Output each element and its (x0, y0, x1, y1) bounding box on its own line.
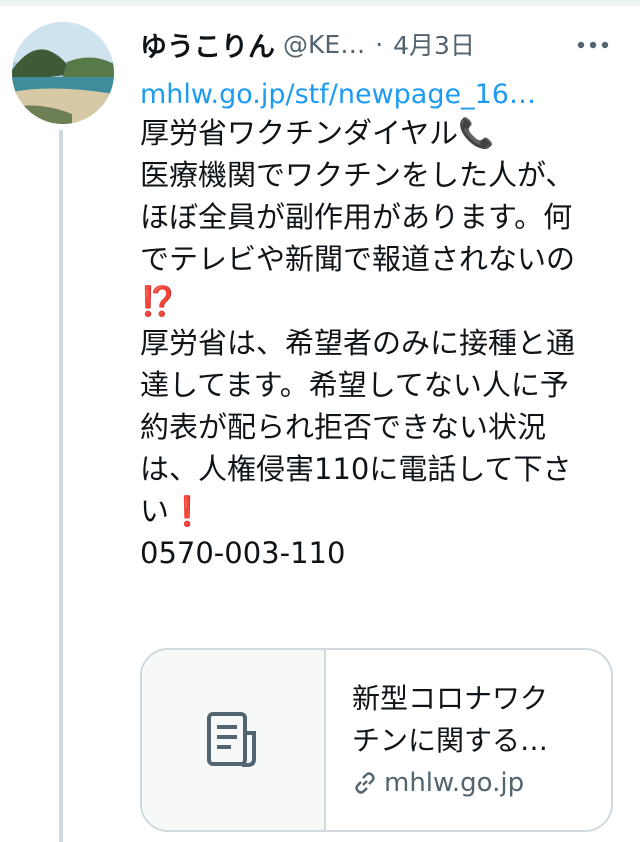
card-title-line: チンに関する… (352, 724, 549, 757)
tweet-line: ⁉️ (140, 284, 177, 318)
avatar-image (12, 22, 114, 124)
tweet-line: 厚労省は、希望者のみに接種と通 (140, 326, 576, 360)
tweet-line: 医療機関でワクチンをした人が、 (140, 158, 575, 192)
tweet-line: 達してます。希望してない人に予 (140, 368, 569, 402)
link-preview-card[interactable]: 新型コロナワク チンに関する… mhlw.go.jp (140, 648, 613, 832)
tweet-line: 0570-003-110 (140, 536, 346, 570)
tweet-line: でテレビや新聞で報道されないの (140, 242, 576, 276)
card-text: 新型コロナワク チンに関する… mhlw.go.jp (326, 650, 611, 830)
tweet-text: 厚労省ワクチンダイヤル📞 医療機関でワクチンをした人が、 ほぼ全員が副作用があり… (140, 112, 630, 574)
card-domain-text: mhlw.go.jp (384, 768, 525, 798)
document-icon (207, 712, 256, 767)
link-icon (355, 772, 375, 794)
tweet-link[interactable]: mhlw.go.jp/stf/newpage_16… (140, 79, 536, 110)
tweet-line: 厚労省ワクチンダイヤル📞 (140, 116, 495, 150)
card-thumbnail (142, 650, 326, 830)
top-divider (0, 0, 640, 6)
author-name[interactable]: ゆうこりん (140, 25, 275, 64)
thread-connector-line (59, 130, 63, 842)
more-options-icon[interactable] (568, 28, 618, 62)
tweet-date[interactable]: 4月3日 (393, 26, 475, 62)
tweet-line: 約表が配られ拒否できない状況 (140, 410, 547, 444)
author-handle[interactable]: @KE… (283, 30, 365, 59)
tweet-line: ほぼ全員が副作用があります。何 (140, 200, 573, 234)
tweet-line: い❗️ (140, 494, 206, 528)
tweet-line: は、人権侵害110に電話して下さ (140, 452, 572, 486)
card-domain: mhlw.go.jp (352, 768, 611, 798)
tweet-header: ゆうこりん @KE… · 4月3日 (140, 24, 620, 64)
separator-dot: · (375, 29, 384, 59)
card-title-line: 新型コロナワク (352, 682, 549, 715)
avatar[interactable] (12, 22, 114, 124)
